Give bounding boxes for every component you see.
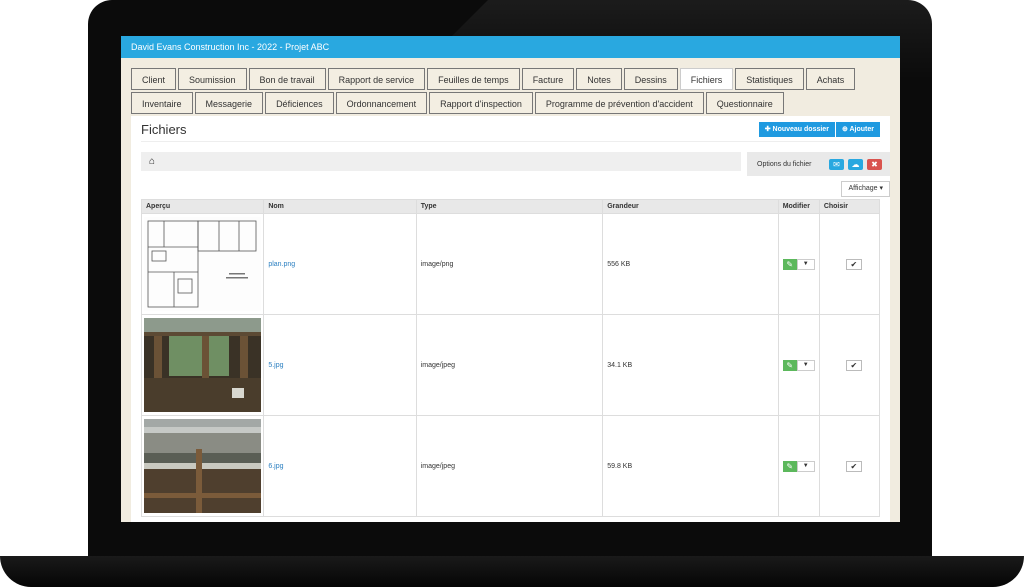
- files-table: Aperçu Nom Type Grandeur Modifier Choisi…: [140, 199, 881, 517]
- checkmark-icon[interactable]: ✔: [845, 258, 862, 270]
- affichage-label: Affichage: [848, 185, 878, 192]
- tab-fichiers[interactable]: Fichiers: [679, 68, 734, 90]
- checkmark-icon[interactable]: ✔: [845, 359, 862, 371]
- modify-group: ✎ ▼: [782, 359, 815, 371]
- type-cell: image/jpeg: [415, 415, 604, 517]
- tab-d-ficiences[interactable]: Déficiences: [265, 92, 334, 114]
- new-folder-button[interactable]: ✚ Nouveau dossier: [758, 122, 835, 137]
- table-header-row: Aperçu Nom Type Grandeur Modifier Choisi…: [140, 199, 881, 214]
- file-options-label: Options du fichier: [757, 160, 812, 168]
- name-cell: plan.png: [263, 213, 417, 315]
- tab-dessins[interactable]: Dessins: [623, 68, 678, 90]
- tab-bar: Client Soumission Bon de travail Rapport de…: [121, 58, 900, 114]
- tab-bon-de-travail[interactable]: Bon de travail: [248, 68, 326, 90]
- file-options: Options du fichier ✉ ☁ ✖: [747, 152, 890, 176]
- table-row: 5.jpg image/jpeg 34.1 KB ✎ ▼ ✔: [140, 314, 881, 416]
- thumbnail-cell: [140, 415, 265, 517]
- header-apercu: Aperçu: [140, 199, 265, 214]
- edit-icon[interactable]: ✎: [782, 258, 797, 270]
- file-link[interactable]: 6.jpg: [268, 463, 283, 470]
- file-link[interactable]: 5.jpg: [268, 362, 283, 369]
- tab-inventaire[interactable]: Inventaire: [131, 92, 193, 114]
- modify-group: ✎ ▼: [782, 460, 815, 472]
- name-cell: 6.jpg: [263, 415, 417, 517]
- choose-cell: ✔: [818, 415, 881, 517]
- header-choisir: Choisir: [818, 199, 881, 214]
- file-link[interactable]: plan.png: [268, 261, 295, 268]
- tab-notes[interactable]: Notes: [576, 68, 622, 90]
- chevron-down-icon[interactable]: ▼: [796, 460, 815, 472]
- panel-header: Fichiers ✚ Nouveau dossier ⊕ Ajouter: [141, 118, 880, 142]
- deck-photo-thumbnail[interactable]: [144, 318, 261, 412]
- modify-group: ✎ ▼: [782, 258, 815, 270]
- tab-row-2: Inventaire Messagerie Déficiences Ordonnanc…: [131, 92, 890, 114]
- chevron-down-icon[interactable]: ▼: [796, 258, 815, 270]
- page-title: Fichiers: [141, 122, 187, 137]
- tab-soumission[interactable]: Soumission: [178, 68, 247, 90]
- edit-icon[interactable]: ✎: [782, 460, 797, 472]
- tab-rapport-d-inspection[interactable]: Rapport d'inspection: [429, 92, 533, 114]
- header-modifier: Modifier: [777, 199, 820, 214]
- table-row: plan.png image/png 556 KB ✎ ▼ ✔: [140, 213, 881, 315]
- home-icon[interactable]: ⌂: [149, 156, 155, 167]
- choose-cell: ✔: [818, 213, 881, 315]
- header-type: Type: [415, 199, 604, 214]
- breadcrumb: ⌂: [141, 152, 741, 171]
- laptop-base: [0, 556, 1024, 587]
- modify-cell: ✎ ▼: [777, 213, 820, 315]
- table-row: 6.jpg image/jpeg 59.8 KB ✎ ▼ ✔: [140, 415, 881, 517]
- tab-row-1: Client Soumission Bon de travail Rapport de…: [131, 68, 890, 90]
- underdeck-photo-thumbnail[interactable]: [144, 419, 261, 513]
- tab-facture[interactable]: Facture: [521, 68, 575, 90]
- tab-rapport-de-service[interactable]: Rapport de service: [327, 68, 426, 90]
- size-cell: 556 KB: [602, 213, 779, 315]
- floor-plan-thumbnail[interactable]: [144, 217, 261, 311]
- type-cell: image/png: [415, 213, 604, 315]
- add-button[interactable]: ⊕ Ajouter: [834, 122, 880, 137]
- new-folder-label: Nouveau dossier: [772, 126, 829, 133]
- panel-actions: ✚ Nouveau dossier ⊕ Ajouter: [758, 122, 880, 137]
- chevron-down-icon[interactable]: ▼: [796, 359, 815, 371]
- thumbnail-cell: [140, 314, 265, 416]
- header-grandeur: Grandeur: [602, 199, 779, 214]
- tab-programme-de-pr-vention-d-accident[interactable]: Programme de prévention d'accident: [534, 92, 704, 114]
- cloud-icon[interactable]: ☁: [848, 158, 863, 170]
- add-label: Ajouter: [849, 126, 875, 133]
- tab-questionnaire[interactable]: Questionnaire: [705, 92, 784, 114]
- tab-feuilles-de-temps[interactable]: Feuilles de temps: [427, 68, 520, 90]
- files-panel: Fichiers ✚ Nouveau dossier ⊕ Ajouter ⌂ O…: [131, 116, 890, 522]
- checkmark-icon[interactable]: ✔: [845, 460, 862, 472]
- tab-achats[interactable]: Achats: [805, 68, 856, 90]
- modify-cell: ✎ ▼: [777, 415, 820, 517]
- tab-client[interactable]: Client: [131, 68, 177, 90]
- app-screen: David Evans Construction Inc - 2022 - Pr…: [121, 36, 900, 522]
- edit-icon[interactable]: ✎: [782, 359, 797, 371]
- name-cell: 5.jpg: [263, 314, 417, 416]
- trash-icon[interactable]: ✖: [867, 158, 882, 170]
- size-cell: 34.1 KB: [602, 314, 779, 416]
- size-cell: 59.8 KB: [602, 415, 779, 517]
- header-nom: Nom: [263, 199, 417, 214]
- affichage-dropdown[interactable]: Affichage ▾: [841, 181, 890, 197]
- type-cell: image/jpeg: [415, 314, 604, 416]
- tab-ordonnancement[interactable]: Ordonnancement: [335, 92, 428, 114]
- tab-statistiques[interactable]: Statistiques: [735, 68, 804, 90]
- choose-cell: ✔: [818, 314, 881, 416]
- envelope-icon[interactable]: ✉: [829, 158, 844, 170]
- app-title: David Evans Construction Inc - 2022 - Pr…: [121, 36, 900, 58]
- thumbnail-cell: [140, 213, 265, 315]
- tab-messagerie[interactable]: Messagerie: [194, 92, 264, 114]
- modify-cell: ✎ ▼: [777, 314, 820, 416]
